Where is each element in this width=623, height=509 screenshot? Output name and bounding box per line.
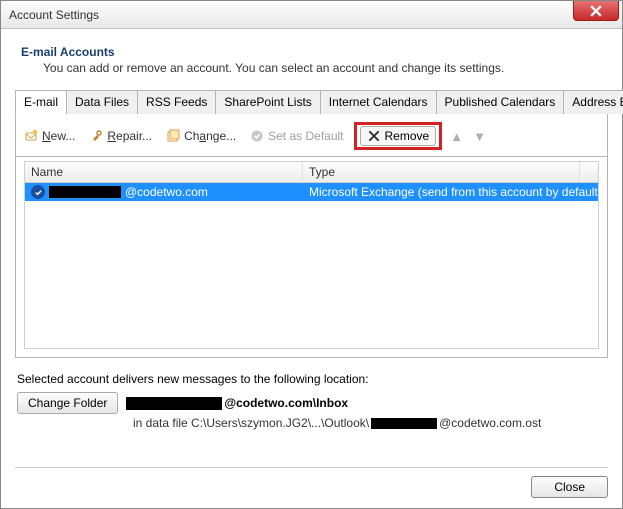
window-close-button[interactable] [573,1,619,21]
tab-published-calendars[interactable]: Published Calendars [436,90,565,114]
account-name-suffix: @codetwo.com [125,185,208,199]
set-default-button: Set as Default [246,127,347,145]
tab-sharepoint-lists[interactable]: SharePoint Lists [215,90,320,114]
change-label: nge... [206,129,236,143]
close-button[interactable]: Close [531,476,608,498]
change-folder-button[interactable]: Change Folder [17,392,118,414]
section-subtext: You can add or remove an account. You ca… [43,61,608,75]
tab-rss-feeds[interactable]: RSS Feeds [137,90,216,114]
tab-strip: E-mail Data Files RSS Feeds SharePoint L… [15,89,608,114]
accounts-list-area: Name Type @codetwo.com Microsoft Exchang… [15,157,608,358]
grid-header: Name Type [25,162,598,183]
default-account-icon [31,185,45,199]
datafile-path: in data file C:\Users\szymon.JG2\...\Out… [133,416,606,430]
account-settings-window: Account Settings E-mail Accounts You can… [0,0,623,509]
change-icon [166,129,180,143]
tab-data-files[interactable]: Data Files [66,90,138,114]
check-circle-icon [250,129,264,143]
move-down-icon: ▼ [471,129,488,144]
close-icon [590,5,602,17]
window-title: Account Settings [9,8,99,22]
remove-x-icon [367,129,381,143]
col-name[interactable]: Name [25,162,303,182]
tab-address-books[interactable]: Address Books [563,90,623,114]
new-button[interactable]: New... [20,127,79,145]
section-heading: E-mail Accounts [21,45,608,59]
location-suffix: @codetwo.com\Inbox [224,396,348,410]
repair-icon [89,129,103,143]
remove-highlight: Remove [354,122,443,150]
change-button[interactable]: Change... [162,127,240,145]
new-icon [24,129,38,143]
col-spacer [580,162,598,182]
accounts-grid: Name Type @codetwo.com Microsoft Exchang… [24,161,599,349]
redacted-location [126,397,222,410]
account-type: Microsoft Exchange (send from this accou… [303,184,598,200]
tab-internet-calendars[interactable]: Internet Calendars [320,90,437,114]
remove-button[interactable]: Remove [360,126,437,146]
redacted-datafile [371,418,437,429]
remove-label: ove [410,129,429,143]
dialog-footer: Close [15,467,608,498]
delivery-label: Selected account delivers new messages t… [17,372,606,386]
titlebar: Account Settings [1,1,622,29]
table-row[interactable]: @codetwo.com Microsoft Exchange (send fr… [25,183,598,201]
redacted-name [49,186,121,198]
new-label-u: N [42,129,51,143]
delivery-location: @codetwo.com\Inbox [126,396,348,410]
col-type[interactable]: Type [303,162,580,182]
repair-button[interactable]: Repair... [85,127,156,145]
tab-email[interactable]: E-mail [15,90,67,114]
datafile-prefix: in data file C:\Users\szymon.JG2\...\Out… [133,416,369,430]
set-default-label: Set as Default [268,129,343,143]
datafile-suffix: @codetwo.com.ost [439,416,541,430]
repair-label: epair... [116,129,152,143]
new-label: ew... [51,129,76,143]
move-up-icon: ▲ [448,129,465,144]
delivery-section: Selected account delivers new messages t… [15,372,608,430]
toolbar: New... Repair... Change... Set as Defaul… [15,114,608,157]
